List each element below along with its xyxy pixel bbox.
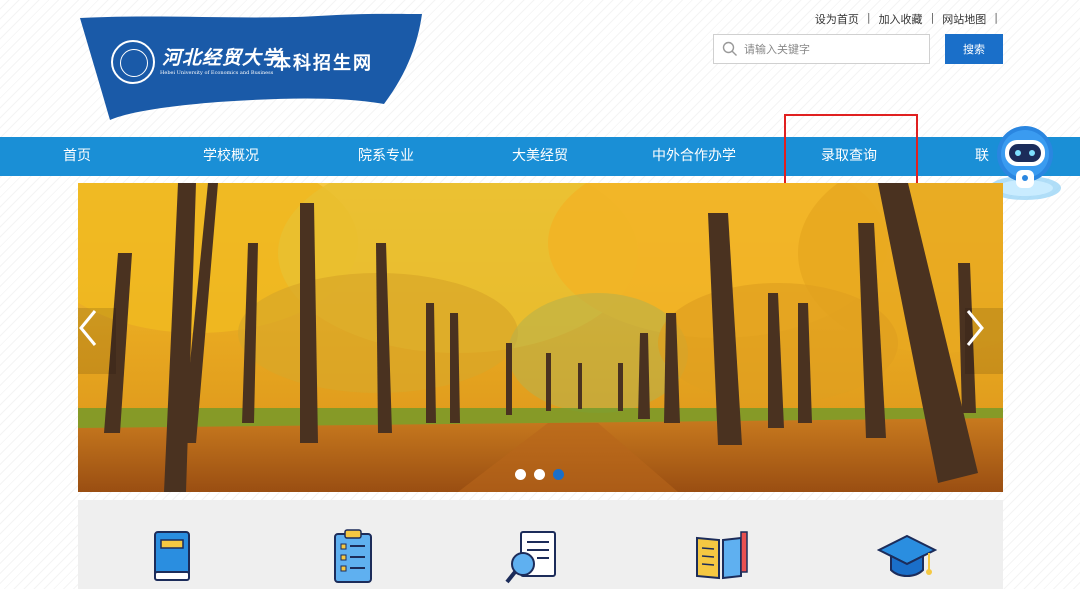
nav-departments[interactable]: 院系专业 [358,137,414,176]
feature-links-row [78,500,1003,589]
search-icon [722,41,737,56]
carousel-dot-1[interactable] [515,469,526,480]
site-logo[interactable]: 河北经贸大学 Hebei University of Economics and… [78,12,424,122]
separator: | [994,11,998,24]
carousel-next-button[interactable] [965,308,1003,374]
carousel-dot-2[interactable] [534,469,545,480]
book-icon[interactable] [141,528,201,588]
main-nav: 首页 学校概况 院系专业 大美经贸 中外合作办学 录取查询 联 [0,137,1080,176]
chevron-left-icon [79,310,97,346]
search-input[interactable] [744,35,924,63]
add-favorite-link[interactable]: 加入收藏 [871,11,931,27]
logo-english-name: Hebei University of Economics and Busine… [160,70,274,76]
carousel-dot-3[interactable] [553,469,564,480]
logo-university-name: 河北经贸大学 [162,47,283,69]
chevron-right-icon [966,310,984,346]
search-button[interactable]: 搜索 [945,34,1003,64]
logo-site-name: 本科招生网 [273,53,373,74]
university-seal-icon [111,40,155,84]
document-search-icon[interactable] [503,528,563,588]
nav-school-overview[interactable]: 学校概况 [203,137,259,176]
sitemap-link[interactable]: 网站地图 [934,11,994,27]
autumn-forest-image [78,183,1003,492]
open-book-icon[interactable] [691,528,751,588]
clipboard-icon[interactable] [323,528,383,588]
nav-highlight-box [784,114,918,194]
hero-carousel [78,183,1003,492]
carousel-dots [515,469,564,480]
nav-home[interactable]: 首页 [63,137,91,176]
nav-international-programs[interactable]: 中外合作办学 [652,137,736,176]
top-links: 设为首页 | 加入收藏 | 网站地图 | [807,11,998,27]
graduation-cap-icon[interactable] [877,528,937,588]
set-homepage-link[interactable]: 设为首页 [807,11,867,27]
nav-campus-beauty[interactable]: 大美经贸 [512,137,568,176]
search-box [713,34,930,64]
carousel-prev-button[interactable] [78,308,116,374]
